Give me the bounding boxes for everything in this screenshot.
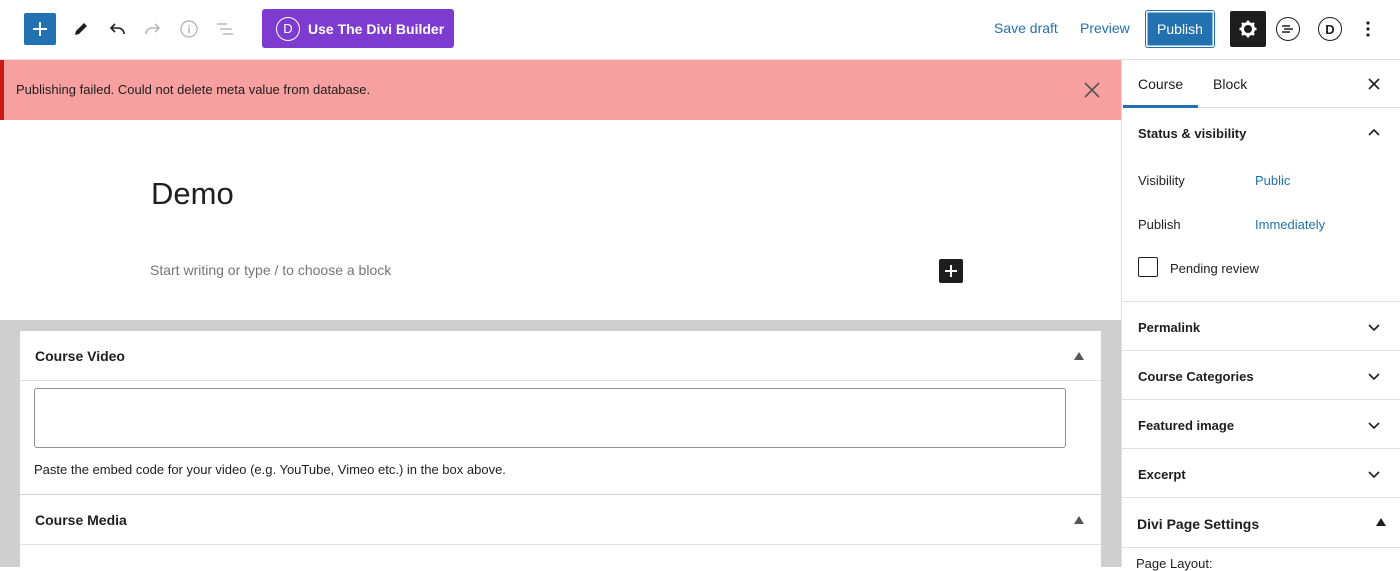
panel-status-visibility-title[interactable]: Status & visibility (1138, 126, 1246, 141)
list-view-button[interactable] (208, 12, 242, 46)
details-button[interactable] (172, 12, 206, 46)
course-media-metabox: Course Media (20, 495, 1101, 567)
use-divi-builder-button[interactable]: D Use The Divi Builder (262, 9, 454, 48)
settings-sidebar: Course Block Status & visibility Visibil… (1121, 60, 1400, 571)
chevron-down-icon[interactable] (1367, 467, 1381, 481)
visibility-value-link[interactable]: Public (1255, 173, 1290, 188)
error-notice: Publishing failed. Could not delete meta… (0, 60, 1121, 120)
metabox-header[interactable]: Course Video (20, 331, 1101, 381)
tab-block[interactable]: Block (1213, 76, 1247, 92)
redo-button[interactable] (136, 12, 170, 46)
plus-icon (945, 265, 957, 277)
gear-icon (1239, 20, 1257, 38)
inline-add-block-button[interactable] (939, 259, 963, 283)
sidebar-tabs: Course Block (1122, 60, 1400, 108)
divider (1122, 301, 1400, 302)
divi-page-settings-title: Divi Page Settings (1137, 516, 1260, 532)
chevron-down-icon[interactable] (1367, 320, 1381, 334)
meta-boxes-area: Course Video Paste the embed code for yo… (0, 320, 1121, 567)
metabox-title: Course Media (35, 512, 127, 528)
tools-button[interactable] (64, 12, 98, 46)
video-embed-textarea[interactable] (34, 388, 1066, 448)
panel-excerpt-title[interactable]: Excerpt (1138, 467, 1186, 482)
divider (1122, 350, 1400, 351)
publish-date-link[interactable]: Immediately (1255, 217, 1325, 232)
vertical-ellipsis-icon (1366, 21, 1370, 37)
performance-icon (1282, 25, 1293, 33)
publish-button[interactable]: Publish (1146, 11, 1214, 47)
info-icon (180, 20, 198, 38)
editor-canvas: Demo Start writing or type / to choose a… (0, 120, 1121, 320)
panel-featured-image-title[interactable]: Featured image (1138, 418, 1234, 433)
course-video-metabox: Course Video Paste the embed code for yo… (20, 331, 1101, 494)
tab-course[interactable]: Course (1122, 76, 1199, 108)
panel-course-categories-title[interactable]: Course Categories (1138, 369, 1254, 384)
metabox-title: Course Video (35, 348, 125, 364)
plus-icon (33, 22, 47, 36)
panel-permalink-title[interactable]: Permalink (1138, 320, 1200, 335)
post-title[interactable]: Demo (151, 176, 234, 212)
block-placeholder[interactable]: Start writing or type / to choose a bloc… (150, 262, 391, 278)
divider (1122, 448, 1400, 449)
divi-page-settings-header[interactable]: Divi Page Settings (1122, 498, 1400, 548)
metabox-description: Paste the embed code for your video (e.g… (34, 462, 506, 477)
divi-icon-button[interactable]: D (1318, 17, 1342, 41)
pending-review-label[interactable]: Pending review (1170, 261, 1259, 276)
undo-icon (109, 23, 125, 35)
collapse-triangle-icon[interactable] (1376, 518, 1386, 526)
chevron-down-icon[interactable] (1367, 369, 1381, 383)
preview-button[interactable]: Preview (1080, 20, 1130, 36)
collapse-triangle-icon[interactable] (1074, 516, 1084, 524)
divider (1122, 399, 1400, 400)
list-view-icon (217, 23, 233, 35)
divi-logo-icon: D (276, 16, 300, 41)
settings-button[interactable] (1230, 11, 1266, 47)
close-icon[interactable] (1367, 77, 1381, 91)
publish-label: Publish (1138, 217, 1181, 232)
divi-button-label: Use The Divi Builder (308, 20, 445, 37)
notice-message: Publishing failed. Could not delete meta… (16, 82, 371, 97)
editor-toolbar: D Use The Divi Builder Save draft Previe… (0, 0, 1400, 60)
chevron-up-icon[interactable] (1367, 125, 1381, 139)
more-options-button[interactable] (1351, 12, 1385, 46)
redo-icon (145, 23, 161, 35)
save-draft-button[interactable]: Save draft (994, 20, 1058, 36)
add-block-button[interactable] (24, 13, 56, 45)
visibility-label: Visibility (1138, 173, 1185, 188)
close-icon[interactable] (1082, 80, 1102, 100)
collapse-triangle-icon[interactable] (1074, 352, 1084, 360)
undo-button[interactable] (100, 12, 134, 46)
metabox-header[interactable]: Course Media (20, 495, 1101, 545)
pencil-icon (75, 23, 87, 35)
page-layout-label: Page Layout: (1136, 556, 1213, 571)
performance-button[interactable] (1276, 17, 1300, 41)
chevron-down-icon[interactable] (1367, 418, 1381, 432)
pending-review-checkbox[interactable] (1138, 257, 1158, 277)
